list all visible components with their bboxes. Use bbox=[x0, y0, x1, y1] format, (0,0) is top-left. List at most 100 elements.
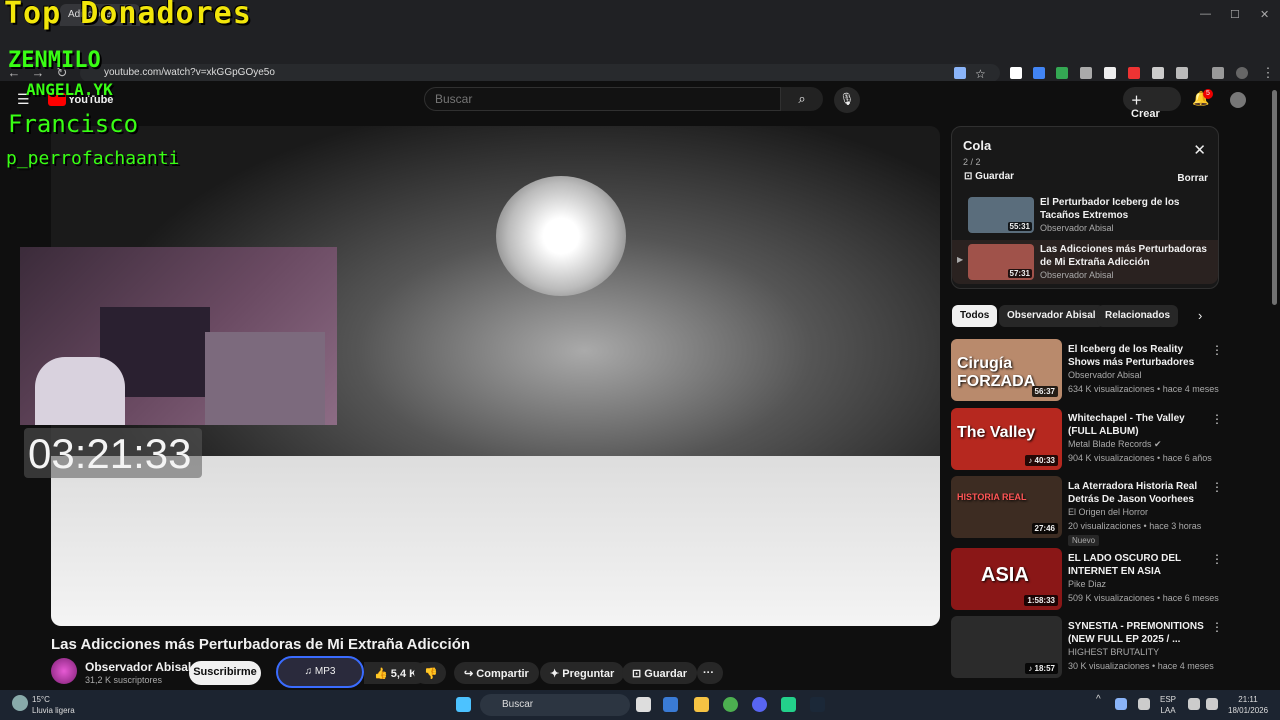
recommendation-item[interactable]: ASIA 1:58:33 EL LADO OSCURO DEL INTERNET … bbox=[951, 548, 1223, 612]
minimize-button[interactable]: — bbox=[1200, 8, 1211, 20]
queue-count: 2 / 2 bbox=[963, 157, 981, 167]
duration-badge: ♪ 18:57 bbox=[1025, 663, 1058, 674]
save-button[interactable]: ⊡ Guardar bbox=[622, 662, 698, 684]
clock[interactable]: 21:11 18/01/2026 bbox=[1228, 694, 1268, 716]
video-thumbnail: HISTORIA REAL 27:46 bbox=[951, 476, 1062, 538]
queue-thumbnail: 55:31 bbox=[968, 197, 1034, 233]
weather-icon[interactable] bbox=[12, 695, 28, 711]
donor-name: ZENMILO bbox=[8, 48, 101, 73]
queue-item-title: Las Adicciones más Perturbadoras de Mi E… bbox=[1040, 244, 1207, 268]
scrollbar[interactable] bbox=[1272, 90, 1277, 305]
queue-item-title: El Perturbador Iceberg de los Tacaños Ex… bbox=[1040, 197, 1180, 221]
queue-clear-button[interactable]: Borrar bbox=[1177, 173, 1208, 184]
tray-icon[interactable] bbox=[1115, 698, 1127, 710]
more-vert-icon[interactable]: ⋮ bbox=[1211, 480, 1223, 494]
chrome-icon[interactable] bbox=[723, 697, 738, 712]
recommendation-channel: El Origen del Horror bbox=[1068, 507, 1149, 517]
discord-icon[interactable] bbox=[752, 697, 767, 712]
bookmark-icon: ⊡ bbox=[964, 171, 976, 182]
timer-overlay: 03:21:33 bbox=[24, 428, 202, 478]
duration-badge: 57:31 bbox=[1007, 269, 1032, 278]
queue-item[interactable]: 55:31 El Perturbador Iceberg de los Taca… bbox=[952, 193, 1218, 237]
language: ESP bbox=[1160, 695, 1177, 704]
more-actions-button[interactable]: ··· bbox=[697, 662, 723, 684]
recommendation-item[interactable]: Cirugía FORZADA 56:37 El Iceberg de los R… bbox=[951, 339, 1223, 403]
thumb-down-icon: 👎 bbox=[424, 668, 438, 680]
video-thumbnail: ASIA 1:58:33 bbox=[951, 548, 1062, 610]
chip-related[interactable]: Relacionados bbox=[1097, 305, 1179, 327]
volume-icon[interactable] bbox=[1206, 698, 1218, 710]
video-frame-detail bbox=[51, 456, 940, 626]
app-icon[interactable] bbox=[781, 697, 796, 712]
chevron-up-icon[interactable]: ^ bbox=[1096, 694, 1101, 705]
queue-save-button[interactable]: ⊡ Guardar bbox=[964, 171, 1014, 182]
taskbar-search[interactable]: Buscar bbox=[480, 694, 630, 716]
store-icon[interactable] bbox=[663, 697, 678, 712]
queue-item-current[interactable]: ▶ 57:31 Las Adicciones más Perturbadoras… bbox=[952, 240, 1218, 284]
recommendation-title: El Iceberg de los Reality Shows más Pert… bbox=[1068, 344, 1195, 368]
chip-channel[interactable]: Observador Abisal bbox=[999, 305, 1104, 327]
ask-button[interactable]: ✦ Preguntar bbox=[540, 662, 625, 684]
chip-todos[interactable]: Todos bbox=[952, 305, 998, 327]
mic-icon[interactable]: 🎙 bbox=[834, 87, 860, 113]
share-button[interactable]: ↪ Compartir bbox=[454, 662, 539, 684]
channel-avatar[interactable] bbox=[51, 658, 77, 684]
duration-badge: 1:58:33 bbox=[1024, 595, 1058, 606]
recommendation-item[interactable]: ♪ 18:57 SYNESTIA - PREMONITIONS (NEW FUL… bbox=[951, 616, 1223, 680]
folder-icon[interactable] bbox=[694, 697, 709, 712]
mic-tray-icon[interactable] bbox=[1138, 698, 1150, 710]
time: 21:11 bbox=[1238, 695, 1258, 704]
chevron-right-icon[interactable]: › bbox=[1198, 308, 1202, 323]
subscribe-button[interactable]: Suscribirme bbox=[189, 661, 261, 685]
create-button[interactable]: ＋ Crear bbox=[1123, 87, 1181, 120]
channel-name[interactable]: Observador Abisal bbox=[85, 660, 191, 674]
close-window-button[interactable]: ✕ bbox=[1260, 8, 1269, 21]
video-frame-detail bbox=[496, 176, 626, 296]
recommendation-item[interactable]: The Valley ♪ 40:33 Whitechapel - The Vall… bbox=[951, 408, 1223, 472]
close-icon[interactable]: ✕ bbox=[1193, 141, 1206, 159]
share-icon: ↪ bbox=[464, 668, 477, 680]
recommendation-meta: 509 K visualizaciones • hace 6 meses bbox=[1068, 593, 1219, 603]
taskbar-search-label: Buscar bbox=[502, 699, 534, 710]
video-thumbnail: Cirugía FORZADA 56:37 bbox=[951, 339, 1062, 401]
maximize-button[interactable]: ☐ bbox=[1230, 8, 1240, 21]
recommendation-title: La Aterradora Historia Real Detrás De Ja… bbox=[1068, 481, 1198, 505]
recommendation-channel: Metal Blade Records ✔ bbox=[1068, 439, 1162, 449]
steam-icon[interactable] bbox=[810, 697, 825, 712]
dislike-button[interactable]: 👎 bbox=[414, 662, 446, 684]
more-vert-icon[interactable]: ⋮ bbox=[1211, 343, 1223, 357]
bookmark-icon: ⊡ bbox=[632, 668, 645, 680]
play-indicator-icon: ▶ bbox=[957, 255, 964, 264]
more-vert-icon[interactable]: ⋮ bbox=[1211, 412, 1223, 426]
queue-item-channel: Observador Abisal bbox=[1040, 270, 1114, 280]
network-icon[interactable] bbox=[1188, 698, 1200, 710]
recommendation-channel: Observador Abisal bbox=[1068, 370, 1142, 380]
donor-name: Francisco bbox=[8, 110, 139, 138]
date: 18/01/2026 bbox=[1228, 706, 1269, 715]
mp3-button[interactable]: ♫ MP3 bbox=[276, 656, 364, 688]
thumb-up-icon: 👍 bbox=[374, 668, 391, 680]
ask-label: Preguntar bbox=[562, 668, 615, 680]
search-input[interactable] bbox=[424, 87, 781, 111]
weather-widget[interactable]: 15°C Lluvia ligera bbox=[32, 694, 75, 716]
video-title: Las Adicciones más Perturbadoras de Mi E… bbox=[51, 636, 471, 653]
recommendation-title: Whitechapel - The Valley (FULL ALBUM) bbox=[1068, 413, 1185, 437]
task-view-icon[interactable] bbox=[636, 697, 651, 712]
video-thumbnail: ♪ 18:57 bbox=[951, 616, 1062, 678]
duration-badge: 55:31 bbox=[1007, 222, 1032, 231]
start-icon[interactable] bbox=[456, 697, 471, 712]
queue-thumbnail: 57:31 bbox=[968, 244, 1034, 280]
share-label: Compartir bbox=[476, 668, 529, 680]
search-icon: ⌕ bbox=[798, 91, 806, 106]
thumbnail-text: ASIA bbox=[981, 564, 1029, 586]
more-vert-icon[interactable]: ⋮ bbox=[1211, 620, 1223, 634]
more-vert-icon[interactable]: ⋮ bbox=[1211, 552, 1223, 566]
avatar[interactable] bbox=[1230, 92, 1246, 108]
language-indicator[interactable]: ESP LAA bbox=[1160, 694, 1176, 716]
recommendation-channel: HIGHEST BRUTALITY bbox=[1068, 647, 1160, 657]
temperature: 15°C bbox=[32, 695, 50, 704]
queue-panel: Cola 2 / 2 ✕ ⊡ Guardar Borrar 55:31 El P… bbox=[951, 126, 1219, 289]
save-label: Guardar bbox=[644, 668, 688, 680]
search-button[interactable]: ⌕ bbox=[781, 87, 823, 111]
recommendation-item[interactable]: HISTORIA REAL 27:46 La Aterradora Histori… bbox=[951, 476, 1223, 546]
